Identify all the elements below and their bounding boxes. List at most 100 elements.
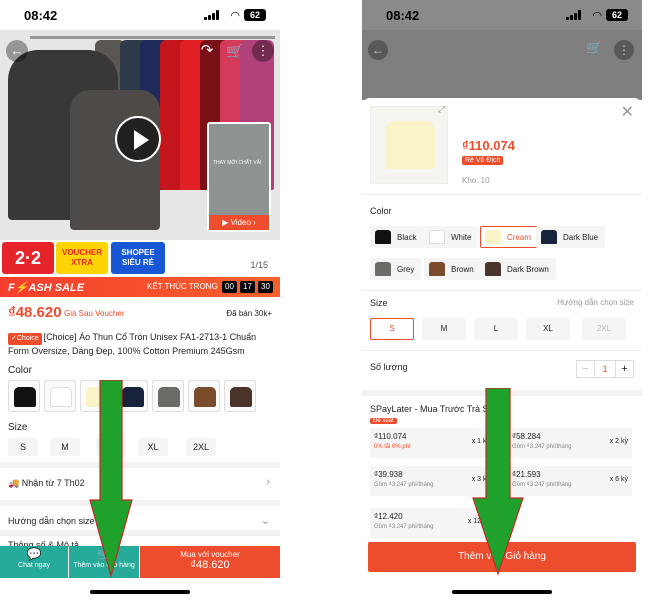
status-time: 08:42 — [386, 8, 420, 23]
size-option-m[interactable]: M — [50, 438, 80, 456]
size-option-xl[interactable]: XL — [526, 318, 570, 340]
share-icon[interactable]: ↷ — [196, 40, 218, 62]
color-option-cream[interactable]: Cream — [480, 226, 539, 248]
dimmed-backdrop[interactable]: ← 🛒 ⋮ — [362, 30, 642, 100]
close-icon[interactable]: ✕ — [621, 102, 634, 122]
plan-sub: Gồm ₫3.247 phí/tháng — [374, 524, 434, 530]
quantity-stepper[interactable]: − 1 + — [576, 360, 634, 378]
cheapest-badge: Rẻ Vô Địch — [462, 156, 504, 165]
buy-with-voucher-button[interactable]: Mua với voucher ₫48.620 — [140, 546, 280, 578]
size-option-xl[interactable]: XL — [138, 438, 168, 456]
installment-plan[interactable]: ₫58.284 Gồm ₫3.247 phí/tháng x 2 kỳ — [508, 428, 632, 458]
color-swatch-grey[interactable] — [152, 380, 184, 412]
suggest-badge: Đề xuất — [370, 418, 397, 424]
promo-voucher-xtra[interactable]: VOUCHER XTRA — [56, 242, 108, 274]
video-thumbnail[interactable]: THAY MỚI CHẤT VẢI ▶ Video › — [207, 122, 271, 232]
countdown-seconds: 30 — [258, 281, 273, 293]
more-icon: ⋮ — [614, 40, 634, 60]
size-guide-link[interactable]: Hướng dẫn chọn size — [557, 298, 634, 307]
plan-sub: Gồm ₫3.247 phí/tháng — [374, 482, 434, 488]
size-option-2xl[interactable]: 2XL — [186, 438, 216, 456]
flash-sale-bar[interactable]: F⚡ASH SALE KẾT THÚC TRONG 00 17 30 — [0, 277, 280, 297]
color-option-white[interactable]: White — [424, 226, 479, 248]
plan-amount: ₫12.420 — [374, 512, 403, 521]
chat-button[interactable]: 💬 Chat ngay — [0, 546, 68, 578]
chevron-down-icon: ⌄ — [260, 515, 270, 527]
wifi-icon: ◠ — [230, 10, 240, 22]
quantity-value[interactable]: 1 — [596, 361, 614, 377]
sold-count: Đã bán 30k+ — [226, 309, 272, 318]
size-guide-row[interactable]: Hướng dẫn chọn size ⌄ — [0, 500, 280, 534]
shipping-row[interactable]: 🚚 Nhận từ 7 Th02 › — [0, 462, 280, 496]
battery-icon: 62 — [244, 9, 266, 21]
size-option-l[interactable]: L — [474, 318, 518, 340]
flash-ends-label: KẾT THÚC TRONG — [147, 282, 218, 291]
size-option-m[interactable]: M — [422, 318, 466, 340]
size-option-s[interactable]: S — [370, 318, 414, 340]
chevron-right-icon: › — [266, 476, 270, 488]
back-icon[interactable]: ← — [6, 40, 28, 62]
home-indicator — [452, 590, 552, 594]
signal-icon — [566, 10, 582, 20]
divider — [362, 194, 642, 195]
color-option-dark-blue[interactable]: Dark Blue — [536, 226, 606, 248]
flash-sale-title: F⚡ASH SALE — [8, 282, 85, 294]
plan-sub: 0% lãi 0% phí — [374, 444, 411, 450]
countdown-hours: 00 — [222, 281, 237, 293]
promo-banner-strip: 2·2 VOUCHER XTRA SHOPEE SIÊU RẺ 1/15 — [0, 240, 280, 276]
promo-22-badge[interactable]: 2·2 — [2, 242, 54, 274]
expand-icon[interactable]: ⤢ — [438, 104, 445, 115]
divider — [362, 290, 642, 291]
cart-icon[interactable]: 🛒 — [224, 40, 246, 62]
plus-icon[interactable]: + — [615, 361, 633, 377]
color-label: Color — [8, 365, 32, 376]
cart-icon: 🛒 — [586, 40, 603, 55]
color-swatch-black[interactable] — [8, 380, 40, 412]
variant-thumbnail[interactable] — [370, 106, 448, 184]
buy-label: Mua với voucher — [180, 550, 240, 559]
more-icon[interactable]: ⋮ — [252, 40, 274, 62]
arrow-down-icon — [89, 380, 133, 579]
plan-amount: ₫39.938 — [374, 470, 403, 479]
minus-icon[interactable]: − — [577, 361, 595, 377]
color-option-brown[interactable]: Brown — [424, 258, 481, 280]
voucher-text: VOUCHER — [61, 248, 102, 257]
product-title: ✓Choice [Choice] Áo Thun Cổ Tròn Unisex F… — [8, 331, 274, 357]
size-option-2xl[interactable]: 2XL — [582, 318, 626, 340]
battery-icon: 62 — [606, 9, 628, 21]
chat-label: Chat ngay — [18, 562, 50, 569]
shipping-date: Nhận từ 7 Th02 — [21, 478, 85, 488]
xtra-text: XTRA — [71, 258, 93, 267]
size-label: Size — [8, 422, 28, 433]
plan-term: x 6 kỳ — [609, 476, 628, 483]
chat-icon: 💬 — [26, 547, 42, 561]
color-swatch-dark-brown[interactable] — [224, 380, 256, 412]
image-counter: 1/15 — [250, 260, 268, 270]
shipping-text: 🚚 Nhận từ 7 Th02 — [8, 478, 85, 488]
option-label: Brown — [451, 265, 474, 274]
color-option-black[interactable]: Black — [370, 226, 424, 248]
price-after-voucher-tag: Giá Sau Voucher — [64, 309, 125, 318]
signal-icon — [204, 10, 220, 20]
color-option-dark-brown[interactable]: Dark Brown — [480, 258, 556, 280]
plan-amount: ₫110.074 — [374, 432, 407, 441]
quantity-label: Số lượng — [370, 362, 408, 372]
rack-graphic — [30, 36, 275, 39]
thumb-caption: THAY MỚI CHẤT VẢI — [213, 160, 262, 166]
size-option-s[interactable]: S — [8, 438, 38, 456]
option-label: Dark Blue — [563, 233, 599, 242]
status-time: 08:42 — [24, 8, 58, 23]
size-guide-text: Hướng dẫn chọn size — [8, 516, 95, 526]
countdown-minutes: 17 — [240, 281, 255, 293]
option-label: Black — [397, 233, 417, 242]
color-option-grey[interactable]: Grey — [370, 258, 422, 280]
variant-selection-screen: 08:42 ◠ 62 ← 🛒 ⋮ ⤢ ✕ ₫110.074 Rẻ Vô Địch… — [362, 0, 642, 600]
option-label: White — [451, 233, 472, 242]
color-swatch-white[interactable] — [44, 380, 76, 412]
option-label: Grey — [397, 265, 415, 274]
product-price: ₫48.620 — [8, 304, 62, 321]
promo-shopee-sieure[interactable]: SHOPEE SIÊU RẺ — [111, 242, 165, 274]
installment-plan[interactable]: ₫21.593 Gồm ₫3.247 phí/tháng x 6 kỳ — [508, 466, 632, 496]
play-icon[interactable] — [115, 116, 161, 162]
color-swatch-brown[interactable] — [188, 380, 220, 412]
